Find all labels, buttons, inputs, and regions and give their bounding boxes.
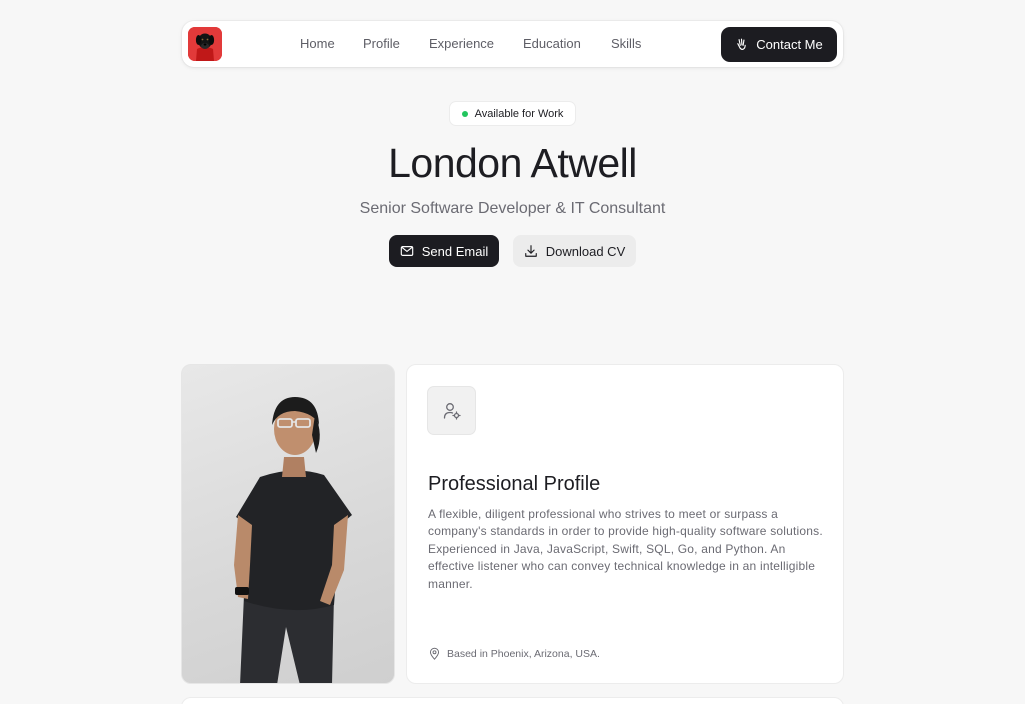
mail-icon — [400, 246, 414, 256]
map-pin-icon — [429, 647, 440, 660]
dog-avatar-icon — [188, 27, 222, 61]
download-cv-button[interactable]: Download CV — [513, 235, 636, 267]
logo[interactable] — [188, 27, 222, 61]
hero-subtitle: Senior Software Developer & IT Consultan… — [359, 200, 666, 217]
profile-icon-container — [427, 386, 476, 435]
location: Based in Phoenix, Arizona, USA. — [428, 647, 600, 660]
nav-home-link[interactable]: Home — [300, 36, 335, 51]
download-icon — [524, 245, 537, 257]
send-email-label: Send Email — [421, 243, 489, 259]
user-cog-icon — [443, 402, 461, 420]
availability-badge: Available for Work — [449, 101, 576, 126]
nav-skills-link[interactable]: Skills — [611, 36, 641, 51]
nav-experience-link[interactable]: Experience — [429, 36, 494, 51]
next-section-card — [181, 697, 844, 704]
professional-profile-card: Professional Profile A flexible, diligen… — [406, 364, 844, 684]
nav-education-link[interactable]: Education — [523, 36, 581, 51]
status-dot — [461, 110, 468, 117]
location-text: Based in Phoenix, Arizona, USA. — [447, 647, 600, 660]
profile-title: Professional Profile — [428, 473, 601, 495]
hand-wave-icon — [737, 38, 746, 50]
hero-name: London Atwell — [388, 140, 637, 186]
nav-profile-link[interactable]: Profile — [363, 36, 400, 51]
download-cv-label: Download CV — [545, 243, 626, 259]
availability-label: Available for Work — [474, 107, 564, 120]
contact-me-button[interactable]: Contact Me — [721, 27, 837, 62]
profile-description: A flexible, diligent professional who st… — [428, 507, 823, 591]
contact-me-label: Contact Me — [756, 37, 823, 52]
profile-photo — [181, 364, 395, 684]
top-navbar: Home Profile Experience Education Skills… — [182, 21, 843, 67]
person-portrait-image — [234, 397, 352, 683]
send-email-button[interactable]: Send Email — [389, 235, 499, 267]
